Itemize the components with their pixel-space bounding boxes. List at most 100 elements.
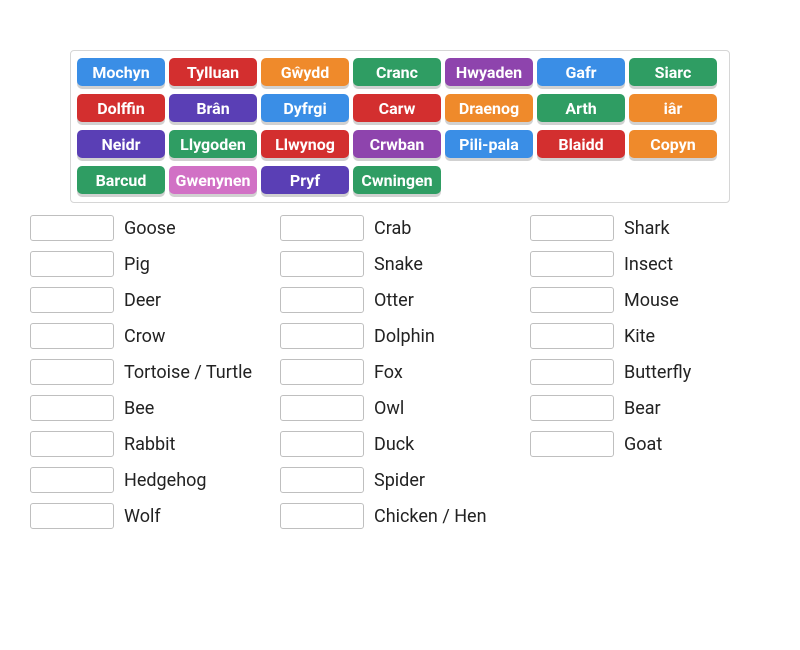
- answer-label: Goose: [124, 218, 176, 239]
- answer-label: Tortoise / Turtle: [124, 362, 252, 383]
- answers-col-1: Goose Pig Deer Crow Tortoise / Turtle Bee Rabb…: [30, 215, 270, 539]
- chip-siarc[interactable]: Siarc: [629, 58, 717, 86]
- drop-slot[interactable]: [30, 323, 114, 349]
- chip-gafr[interactable]: Gafr: [537, 58, 625, 86]
- chip-label: Llygoden: [180, 135, 246, 154]
- drop-slot[interactable]: [280, 467, 364, 493]
- chip-label: Cwningen: [361, 171, 432, 190]
- chip-hwyaden[interactable]: Hwyaden: [445, 58, 533, 86]
- answer-label: Pig: [124, 254, 150, 275]
- drop-slot[interactable]: [280, 503, 364, 529]
- answer-row: Wolf: [30, 503, 270, 529]
- chip-neidr[interactable]: Neidr: [77, 130, 165, 158]
- chip-label: Pili-pala: [459, 135, 519, 154]
- answer-row: Otter: [280, 287, 520, 313]
- chip-barcud[interactable]: Barcud: [77, 166, 165, 194]
- answer-row: Duck: [280, 431, 520, 457]
- chip-llygoden[interactable]: Llygoden: [169, 130, 257, 158]
- answer-row: Chicken / Hen: [280, 503, 520, 529]
- chip-label: Llwynog: [275, 135, 335, 154]
- answer-label: Fox: [374, 362, 403, 383]
- drop-slot[interactable]: [280, 251, 364, 277]
- answer-row: Snake: [280, 251, 520, 277]
- chip-label: Siarc: [655, 63, 692, 82]
- drop-slot[interactable]: [280, 431, 364, 457]
- word-bank: MochynTylluanGŵyddCranc Hwyaden Gafr Siarc D…: [70, 50, 730, 203]
- drop-slot[interactable]: [30, 395, 114, 421]
- drop-slot[interactable]: [30, 503, 114, 529]
- answer-row: Fox: [280, 359, 520, 385]
- drop-slot[interactable]: [280, 323, 364, 349]
- chip-mochyn[interactable]: Mochyn: [77, 58, 165, 86]
- answer-label: Butterfly: [624, 362, 691, 383]
- drop-slot[interactable]: [280, 287, 364, 313]
- chip-label: Dyfrgi: [283, 99, 326, 118]
- drop-slot[interactable]: [30, 215, 114, 241]
- drop-slot[interactable]: [30, 467, 114, 493]
- drop-slot[interactable]: [530, 359, 614, 385]
- chip-gwenynen[interactable]: Gwenynen: [169, 166, 257, 194]
- answer-label: Bear: [624, 398, 661, 419]
- chip-gŵydd[interactable]: Gŵydd: [261, 58, 349, 86]
- chip-llwynog[interactable]: Llwynog: [261, 130, 349, 158]
- chip-label: Crwban: [370, 135, 425, 154]
- answer-row: Owl: [280, 395, 520, 421]
- chip-label: Hwyaden: [456, 63, 522, 82]
- answer-row: Crab: [280, 215, 520, 241]
- answer-row: Tortoise / Turtle: [30, 359, 270, 385]
- answer-row: Crow: [30, 323, 270, 349]
- answer-label: Hedgehog: [124, 470, 206, 491]
- answer-row: Goat: [530, 431, 770, 457]
- drop-slot[interactable]: [530, 431, 614, 457]
- chip-copyn[interactable]: Copyn: [629, 130, 717, 158]
- chip-label: iâr: [664, 99, 683, 118]
- answer-row: Rabbit: [30, 431, 270, 457]
- answer-label: Crab: [374, 218, 411, 239]
- answer-label: Dolphin: [374, 326, 435, 347]
- chip-label: Barcud: [96, 171, 147, 190]
- drop-slot[interactable]: [530, 215, 614, 241]
- chip-label: Neidr: [101, 135, 140, 154]
- answer-row: Deer: [30, 287, 270, 313]
- answer-label: Snake: [374, 254, 423, 275]
- answer-label: Spider: [374, 470, 425, 491]
- answer-label: Bee: [124, 398, 154, 419]
- chip-label: Draenog: [459, 99, 519, 118]
- answer-row: Insect: [530, 251, 770, 277]
- drop-slot[interactable]: [530, 395, 614, 421]
- chip-label: Blaidd: [558, 135, 603, 154]
- chip-label: Brân: [196, 99, 229, 118]
- chip-pili-pala[interactable]: Pili-pala: [445, 130, 533, 158]
- drop-slot[interactable]: [280, 215, 364, 241]
- chip-blaidd[interactable]: Blaidd: [537, 130, 625, 158]
- answer-row: Bear: [530, 395, 770, 421]
- drop-slot[interactable]: [530, 287, 614, 313]
- answer-label: Otter: [374, 290, 414, 311]
- chip-iâr[interactable]: iâr: [629, 94, 717, 122]
- drop-slot[interactable]: [530, 323, 614, 349]
- chip-cwningen[interactable]: Cwningen: [353, 166, 441, 194]
- chip-draenog[interactable]: Draenog: [445, 94, 533, 122]
- drop-slot[interactable]: [280, 395, 364, 421]
- answer-row: Mouse: [530, 287, 770, 313]
- drop-slot[interactable]: [30, 251, 114, 277]
- drop-slot[interactable]: [280, 359, 364, 385]
- chip-carw[interactable]: Carw: [353, 94, 441, 122]
- answer-label: Rabbit: [124, 434, 175, 455]
- answer-row: Spider: [280, 467, 520, 493]
- drop-slot[interactable]: [530, 251, 614, 277]
- chip-arth[interactable]: Arth: [537, 94, 625, 122]
- chip-pryf[interactable]: Pryf: [261, 166, 349, 194]
- chip-brân[interactable]: Brân: [169, 94, 257, 122]
- chip-label: Dolffin: [97, 99, 145, 118]
- drop-slot[interactable]: [30, 431, 114, 457]
- chip-cranc[interactable]: Cranc: [353, 58, 441, 86]
- answer-label: Wolf: [124, 506, 161, 527]
- chip-tylluan[interactable]: Tylluan: [169, 58, 257, 86]
- chip-dolffin[interactable]: Dolffin: [77, 94, 165, 122]
- chip-crwban[interactable]: Crwban: [353, 130, 441, 158]
- chip-dyfrgi[interactable]: Dyfrgi: [261, 94, 349, 122]
- chip-label: Carw: [379, 99, 416, 118]
- drop-slot[interactable]: [30, 359, 114, 385]
- drop-slot[interactable]: [30, 287, 114, 313]
